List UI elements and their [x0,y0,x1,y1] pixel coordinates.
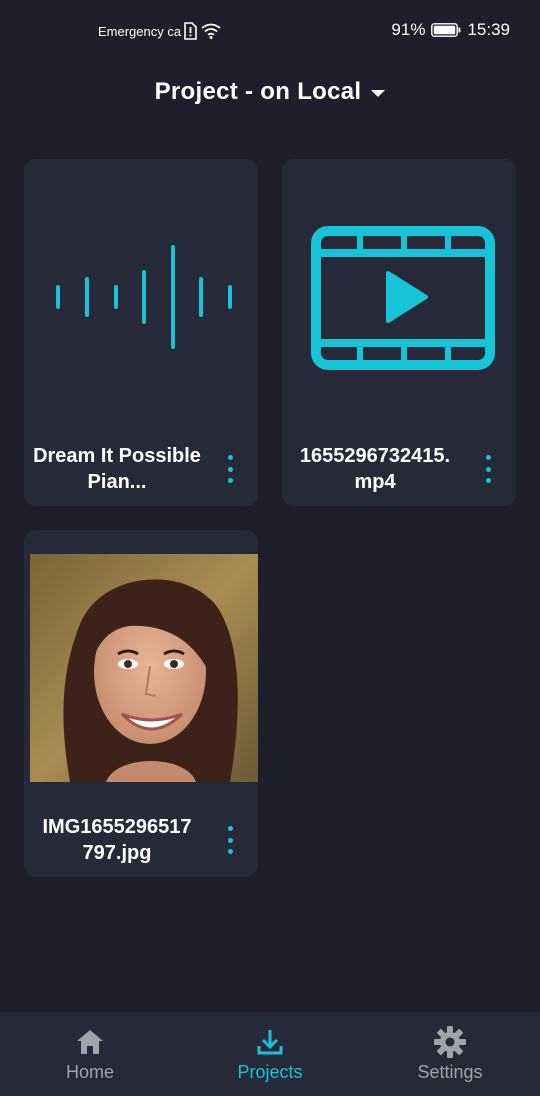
caret-down-icon [371,89,386,97]
page-title: Project - on Local [154,78,362,105]
card-title: IMG1655296517 797.jpg [42,816,192,864]
carrier-text: Emergency ca [98,23,182,39]
bottom-navigation: Home Projects Settings [0,1012,540,1096]
clock: 15:39 [467,20,510,39]
project-card-audio[interactable]: Dream It Possible Pian... [24,159,258,506]
nav-label: Home [65,1062,114,1082]
image-thumbnail [30,554,258,782]
audio-waveform-icon [56,245,232,349]
nav-label: Projects [237,1062,303,1082]
more-options-icon[interactable] [482,455,494,483]
battery-icon [431,23,461,37]
nav-projects[interactable]: Projects [180,1012,360,1096]
card-title: Dream It Possible Pian... [33,445,201,493]
home-icon [77,1030,103,1054]
battery-percent: 91% [391,20,426,39]
project-card-image[interactable]: IMG1655296517 797.jpg [24,530,258,877]
sim-alert-icon [184,22,197,40]
card-title: 1655296732415. mp4 [299,445,451,493]
status-right: 91% 15:39 [391,20,510,40]
header: Project - on Local [0,72,540,112]
status-left: Emergency ca [98,22,221,40]
project-location-dropdown[interactable]: Project - on Local [155,78,386,106]
status-bar: Emergency ca 91% 15:39 [0,0,540,64]
nav-settings[interactable]: Settings [360,1012,540,1096]
project-card-video[interactable]: 1655296732415. mp4 [282,159,516,506]
more-options-icon[interactable] [224,455,236,483]
wifi-icon [201,23,221,39]
download-icon [257,1030,283,1055]
gear-icon [434,1026,466,1058]
nav-home[interactable]: Home [0,1012,180,1096]
video-film-icon [311,226,495,370]
more-options-icon[interactable] [224,826,236,854]
nav-label: Settings [417,1062,483,1082]
